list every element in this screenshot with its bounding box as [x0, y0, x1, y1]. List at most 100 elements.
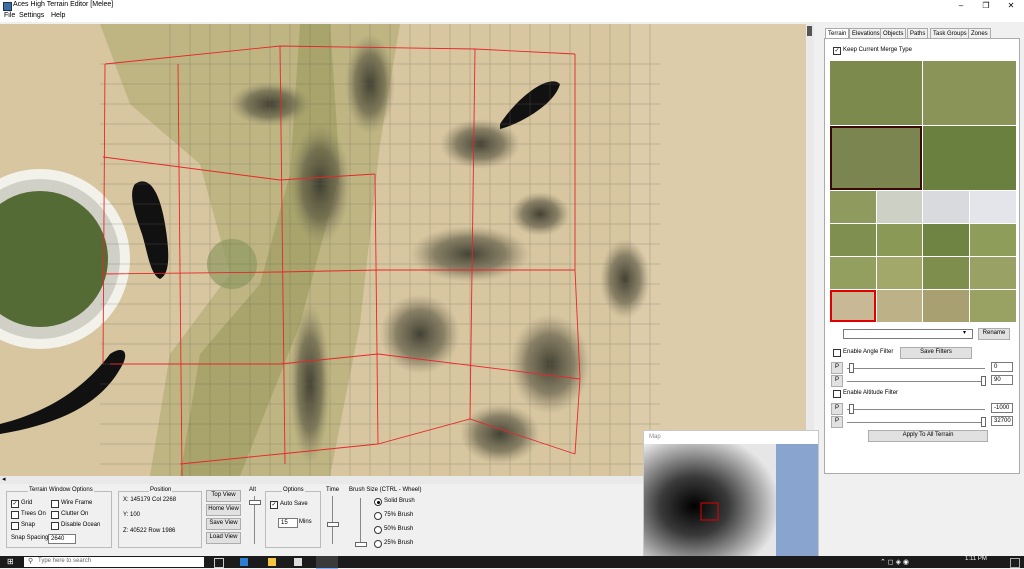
menu-settings[interactable]: Settings [19, 12, 44, 19]
minimize-button[interactable]: – [950, 0, 972, 11]
taskbar: ⊞ ⚲ Type here to search ⌃ ◻ ◈ ◉ 1:11 PM [0, 556, 1024, 569]
alt-min-field[interactable]: -1000 [991, 403, 1013, 413]
store-icon[interactable] [294, 558, 302, 566]
bottom-panel: Terrain Window Options ✓ Grid Wire Frame… [0, 484, 642, 554]
position-title: Position [149, 487, 173, 493]
snap-spacing-label: Snap Spacing [11, 535, 49, 541]
snap-spacing-field[interactable]: 2640 [48, 534, 76, 544]
angle-max-slider-thumb[interactable] [981, 376, 986, 386]
terrain-type-dropdown[interactable] [843, 329, 973, 339]
alt-max-field[interactable]: 32700 [991, 416, 1013, 426]
texture-palette[interactable] [830, 61, 1016, 323]
maximize-button[interactable]: ❐ [975, 0, 997, 11]
menu-file[interactable]: File [4, 12, 15, 19]
home-view-button[interactable]: Home View [206, 504, 241, 516]
brush-size-slider-thumb[interactable] [355, 542, 367, 547]
keep-merge-checkbox[interactable]: ✓ [833, 47, 841, 55]
texture-swatch[interactable] [923, 257, 969, 289]
viewport-vertical-scrollbar[interactable] [806, 24, 814, 476]
angle-max-p-button[interactable]: P [831, 375, 843, 387]
auto-save-mins-field[interactable]: 15 [278, 518, 298, 528]
texture-swatch[interactable] [923, 191, 969, 223]
texture-swatch[interactable] [877, 191, 922, 223]
wire-frame-label: Wire Frame [61, 500, 93, 506]
auto-save-checkbox[interactable]: ✓ [270, 501, 278, 509]
texture-swatch-active[interactable] [830, 290, 876, 322]
angle-max-field[interactable]: 90 [991, 375, 1013, 385]
file-explorer-icon[interactable] [268, 558, 276, 566]
scroll-left-icon[interactable]: ◂ [2, 476, 6, 484]
notifications-icon[interactable] [1010, 558, 1020, 568]
snap-label: Snap [21, 522, 36, 528]
alt-slider-thumb[interactable] [249, 500, 261, 505]
texture-swatch[interactable] [923, 224, 969, 256]
texture-swatch-selected[interactable] [830, 126, 922, 190]
solid-brush-radio[interactable] [374, 498, 382, 508]
texture-swatch[interactable] [877, 290, 922, 322]
texture-swatch[interactable] [830, 224, 876, 256]
angle-filter-checkbox[interactable] [833, 349, 841, 359]
load-view-button[interactable]: Load View [206, 532, 241, 544]
minimap[interactable] [644, 444, 818, 557]
disable-ocean-checkbox[interactable] [51, 522, 59, 532]
texture-swatch[interactable] [923, 61, 1016, 125]
terrain-editor-taskbar-button[interactable] [316, 556, 338, 569]
snap-checkbox[interactable] [11, 522, 19, 532]
alt-min-slider-thumb[interactable] [849, 404, 854, 414]
angle-min-slider-thumb[interactable] [849, 363, 854, 373]
tray-icons[interactable]: ⌃ ◻ ◈ ◉ [880, 558, 909, 566]
brush-75-radio[interactable] [374, 512, 382, 522]
options-title: Options [282, 487, 305, 493]
time-slider-thumb[interactable] [327, 522, 339, 527]
task-view-icon[interactable] [214, 558, 224, 568]
angle-min-slider[interactable] [847, 368, 985, 369]
wire-frame-checkbox[interactable] [51, 500, 59, 510]
alt-max-slider-thumb[interactable] [981, 417, 986, 427]
alt-max-p-button[interactable]: P [831, 416, 843, 428]
taskbar-clock[interactable]: 1:11 PM [965, 556, 987, 562]
edge-browser-icon[interactable] [240, 558, 248, 566]
map-window[interactable]: Map [643, 430, 819, 558]
terrain-tab-body: ✓ Keep Current Merge Type ▾ Rename Enabl… [824, 38, 1020, 474]
top-view-button[interactable]: Top View [206, 490, 241, 502]
save-view-button[interactable]: Save View [206, 518, 241, 530]
trees-on-checkbox[interactable] [11, 511, 19, 521]
terrain-viewport[interactable] [0, 24, 810, 476]
vscroll-thumb[interactable] [807, 26, 812, 36]
texture-swatch[interactable] [923, 126, 1016, 190]
clutter-on-checkbox[interactable] [51, 511, 59, 521]
rename-button[interactable]: Rename [978, 328, 1010, 340]
trees-on-label: Trees On [21, 511, 46, 517]
texture-swatch[interactable] [970, 290, 1016, 322]
save-filters-button[interactable]: Save Filters [900, 347, 972, 359]
time-slider[interactable] [332, 496, 333, 544]
alt-min-p-button[interactable]: P [831, 403, 843, 415]
texture-swatch[interactable] [830, 191, 876, 223]
texture-swatch[interactable] [830, 61, 922, 125]
texture-swatch[interactable] [830, 257, 876, 289]
close-button[interactable]: ✕ [1000, 0, 1022, 11]
brush-size-slider[interactable] [360, 498, 361, 546]
texture-swatch[interactable] [923, 290, 969, 322]
altitude-filter-checkbox[interactable] [833, 390, 841, 400]
angle-min-p-button[interactable]: P [831, 362, 843, 374]
texture-swatch[interactable] [970, 257, 1016, 289]
alt-min-slider[interactable] [847, 409, 985, 410]
position-y: Y: 100 [123, 512, 141, 518]
brush-25-radio[interactable] [374, 540, 382, 550]
texture-swatch[interactable] [970, 224, 1016, 256]
menu-help[interactable]: Help [51, 12, 65, 19]
taskbar-search-box[interactable]: ⚲ Type here to search [24, 557, 204, 567]
chevron-down-icon[interactable]: ▾ [963, 329, 966, 336]
angle-min-field[interactable]: 0 [991, 362, 1013, 372]
texture-swatch[interactable] [877, 257, 922, 289]
windows-start-icon[interactable]: ⊞ [7, 558, 15, 566]
texture-swatch[interactable] [970, 191, 1016, 223]
brush-50-radio[interactable] [374, 526, 382, 536]
angle-max-slider[interactable] [847, 381, 985, 382]
apply-all-terrain-button[interactable]: Apply To All Terrain [868, 430, 988, 442]
grid-checkbox[interactable]: ✓ [11, 500, 19, 508]
texture-swatch[interactable] [877, 224, 922, 256]
brush-50-label: 50% Brush [384, 526, 414, 532]
alt-max-slider[interactable] [847, 422, 985, 423]
